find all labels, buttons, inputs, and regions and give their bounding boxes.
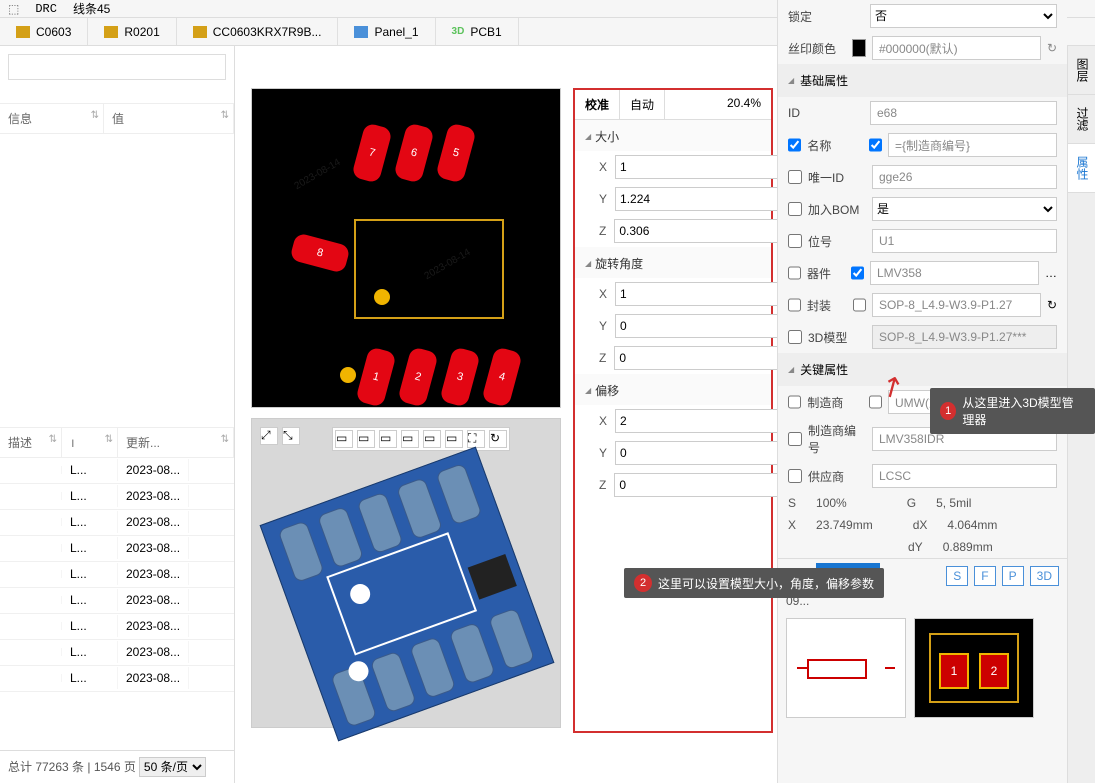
col-info[interactable]: 信息⇅ xyxy=(0,104,104,133)
page-size-select[interactable]: 50 条/页 xyxy=(139,757,206,777)
uid-checkbox[interactable] xyxy=(788,170,802,184)
zoom-value: 20.4% xyxy=(717,90,771,119)
uid-input[interactable] xyxy=(872,165,1057,189)
ref-checkbox[interactable] xyxy=(788,234,802,248)
component-grid: L...2023-08... L...2023-08... L...2023-0… xyxy=(0,458,234,751)
preview-3d-canvas[interactable]: ⤢⤡ ▭ ▭ ▭ ▭ ▭ ▭ ⛶ ↻ xyxy=(251,418,561,728)
tab-pcb1[interactable]: 3DPCB1 xyxy=(436,18,519,45)
refresh-icon[interactable]: ↻ xyxy=(1047,41,1057,55)
size-x-input[interactable] xyxy=(615,155,794,179)
rot-y-input[interactable] xyxy=(615,314,794,338)
off-x-input[interactable] xyxy=(615,409,794,433)
bom-checkbox[interactable] xyxy=(788,202,802,216)
col-value[interactable]: 值⇅ xyxy=(104,104,234,133)
view-left-icon[interactable]: ▭ xyxy=(379,430,397,448)
group-size[interactable]: 大小 xyxy=(575,120,771,151)
name-vis-checkbox[interactable] xyxy=(869,138,882,152)
tab-cc0603[interactable]: CC0603KRX7R9B... xyxy=(177,18,339,45)
tab-auto[interactable]: 自动 xyxy=(620,90,665,119)
section-basic[interactable]: 基础属性 xyxy=(778,64,1067,97)
ref-input[interactable] xyxy=(872,229,1057,253)
preview-2d-canvas[interactable]: 7 6 5 8 1 2 3 4 2023-08-14 2023-08-14 xyxy=(251,88,561,408)
m3d-checkbox[interactable] xyxy=(788,330,802,344)
tab-r0201[interactable]: R0201 xyxy=(88,18,176,45)
table-row[interactable]: L...2023-08... xyxy=(0,458,234,484)
mode-s-button[interactable]: S xyxy=(946,566,968,586)
tab-panel1[interactable]: Panel_1 xyxy=(338,18,435,45)
tab-c0603[interactable]: C0603 xyxy=(0,18,88,45)
table-row[interactable]: L...2023-08... xyxy=(0,666,234,692)
refresh-icon[interactable]: ↻ xyxy=(1047,298,1057,312)
rotate-icon[interactable]: ↻ xyxy=(489,430,507,448)
coord-readout: S100%G5, 5mil xyxy=(778,492,1067,514)
view-iso-icon[interactable]: ▭ xyxy=(445,430,463,448)
ellipsis-icon[interactable]: … xyxy=(1045,266,1057,280)
table-row[interactable]: L...2023-08... xyxy=(0,510,234,536)
table-row[interactable]: L...2023-08... xyxy=(0,640,234,666)
lock-select[interactable]: 否 xyxy=(870,4,1057,28)
view-back-icon[interactable]: ▭ xyxy=(357,430,375,448)
off-y-input[interactable] xyxy=(615,441,794,465)
search-input[interactable] xyxy=(8,54,226,80)
footprint-thumbnail[interactable]: 12 xyxy=(914,618,1034,718)
transform-panel: 校准 自动 20.4% 大小 X▲▼mm Y▲▼mm Z▲▼mm 旋转角度 X▲… xyxy=(573,88,773,733)
snap-mode[interactable]: 线条45 xyxy=(73,0,110,17)
fit-icon[interactable]: ⛶ xyxy=(467,430,485,448)
footprint-input[interactable] xyxy=(872,293,1041,317)
col-desc[interactable]: 描述⇅ xyxy=(0,428,62,457)
table-row[interactable]: L...2023-08... xyxy=(0,588,234,614)
symbol-thumbnail[interactable] xyxy=(786,618,906,718)
mode-p-button[interactable]: P xyxy=(1002,566,1024,586)
pager: 总计 77263 条 | 1546 页 50 条/页 xyxy=(0,750,234,783)
silk-color-input[interactable] xyxy=(872,36,1041,60)
view-right-icon[interactable]: ▭ xyxy=(401,430,419,448)
name-checkbox[interactable] xyxy=(788,138,801,152)
table-row[interactable]: L...2023-08... xyxy=(0,536,234,562)
size-z-input[interactable] xyxy=(614,219,793,243)
section-key[interactable]: 关键属性 xyxy=(778,353,1067,386)
view-top-icon[interactable]: ▭ xyxy=(423,430,441,448)
table-row[interactable]: L...2023-08... xyxy=(0,484,234,510)
sidetab-attributes[interactable]: 属性 xyxy=(1068,144,1095,193)
table-row[interactable]: L...2023-08... xyxy=(0,562,234,588)
tab-calibrate[interactable]: 校准 xyxy=(575,90,620,119)
callout-2: 2这里可以设置模型大小，角度，偏移参数 xyxy=(624,568,884,598)
col-blank[interactable]: ।⇅ xyxy=(62,428,118,457)
mode-3d-button[interactable]: 3D xyxy=(1030,566,1059,586)
device-input[interactable] xyxy=(870,261,1039,285)
sidetab-filter[interactable]: 过滤 xyxy=(1068,95,1095,144)
supplier-input[interactable] xyxy=(872,464,1057,488)
group-rotation[interactable]: 旋转角度 xyxy=(575,247,771,278)
dev-checkbox[interactable] xyxy=(788,266,801,280)
expand-icon[interactable]: ⤢ xyxy=(260,427,278,445)
sidetab-layers[interactable]: 图层 xyxy=(1068,46,1095,95)
name-input[interactable] xyxy=(888,133,1057,157)
collapse-icon[interactable]: ⤡ xyxy=(282,427,300,445)
rot-z-input[interactable] xyxy=(614,346,793,370)
group-offset[interactable]: 偏移 xyxy=(575,374,771,405)
id-input[interactable] xyxy=(870,101,1057,125)
fp-checkbox[interactable] xyxy=(788,298,801,312)
left-panel: ⌕ 信息⇅ 值⇅ 描述⇅ ।⇅ 更新...⇅ L...2023-08... L.… xyxy=(0,46,235,783)
col-updated[interactable]: 更新...⇅ xyxy=(118,428,234,457)
bom-select[interactable]: 是 xyxy=(872,197,1057,221)
off-z-input[interactable] xyxy=(614,473,793,497)
table-row[interactable]: L...2023-08... xyxy=(0,614,234,640)
callout-1: 1从这里进入3D模型管理器 xyxy=(930,388,1095,434)
view-front-icon[interactable]: ▭ xyxy=(335,430,353,448)
mode-f-button[interactable]: F xyxy=(974,566,995,586)
size-y-input[interactable] xyxy=(615,187,794,211)
rot-x-input[interactable] xyxy=(615,282,794,306)
model3d-input[interactable] xyxy=(872,325,1057,349)
silk-color-swatch[interactable] xyxy=(852,39,866,57)
